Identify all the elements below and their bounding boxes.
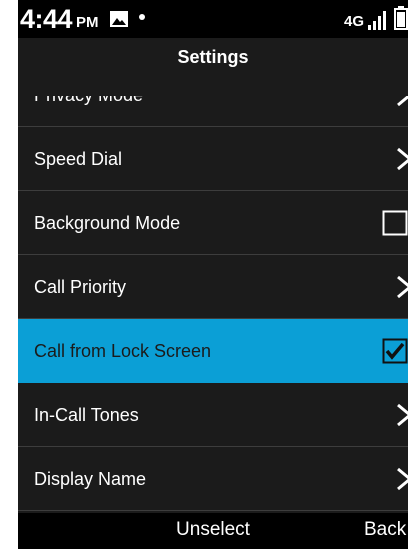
checkbox-unchecked-icon[interactable] (382, 210, 408, 236)
chevron-right-icon (397, 403, 408, 427)
status-right-group: 4G (344, 6, 408, 30)
chevron-right-icon (397, 467, 408, 491)
list-item-privacy-mode[interactable]: Privacy Mode (18, 96, 408, 127)
checkbox-checked-icon[interactable] (382, 338, 408, 364)
list-item-display-name[interactable]: Display Name (18, 447, 408, 511)
item-label: Privacy Mode (34, 96, 143, 106)
chevron-right-icon (397, 147, 408, 171)
left-bezel (0, 0, 18, 549)
page-title: Settings (177, 46, 249, 67)
list-item-in-call-tones[interactable]: In-Call Tones (18, 383, 408, 447)
app-header: Settings (18, 38, 408, 96)
softkey-center[interactable]: Unselect (18, 519, 408, 541)
settings-list-inner: Privacy Mode Speed Dial Background Mode … (18, 96, 408, 511)
settings-list[interactable]: Privacy Mode Speed Dial Background Mode … (18, 96, 408, 513)
list-item-speed-dial[interactable]: Speed Dial (18, 127, 408, 191)
status-time: 4:44 (20, 3, 73, 34)
chevron-right-icon (397, 96, 408, 107)
item-label: Call from Lock Screen (34, 340, 212, 361)
chevron-right-icon (397, 275, 408, 299)
list-item-background-mode[interactable]: Background Mode (18, 191, 408, 255)
softkey-right[interactable]: Back (364, 519, 406, 541)
item-label: Background Mode (34, 212, 181, 233)
signal-icon (368, 11, 386, 30)
notification-dot-icon (138, 14, 145, 20)
item-label: Call Priority (34, 276, 127, 297)
status-bar: 4:44 PM 4G (18, 0, 408, 38)
list-item-call-from-lock-screen[interactable]: Call from Lock Screen (18, 319, 408, 383)
item-label: Speed Dial (34, 148, 123, 169)
status-ampm: PM (76, 13, 99, 31)
phone-screen: 4:44 PM 4G Settings Speed Dial Backgroun… (0, 0, 408, 549)
battery-icon (394, 6, 408, 30)
item-label: In-Call Tones (34, 404, 139, 425)
item-label: Display Name (34, 468, 147, 489)
gallery-icon (109, 11, 128, 27)
list-item-call-priority[interactable]: Call Priority (18, 255, 408, 319)
network-type: 4G (343, 13, 364, 30)
softkey-bar: Unselect Back (18, 513, 408, 549)
